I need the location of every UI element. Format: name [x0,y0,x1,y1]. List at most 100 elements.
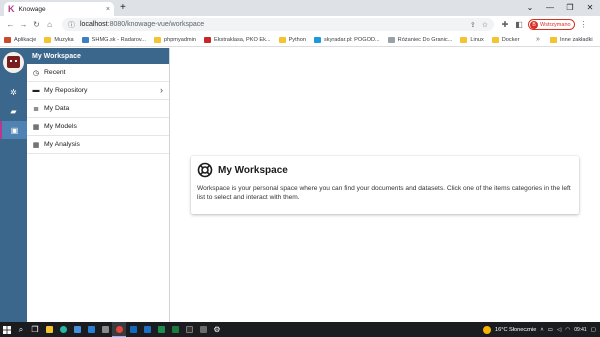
user-avatar[interactable] [3,52,24,73]
browser-actions: ✚ ◧ B Wstrzymano ⋮ [500,19,589,30]
system-clock[interactable]: 09:41 [574,327,587,333]
site-info-icon[interactable]: ⓘ [68,20,75,30]
bookmarks-overflow-icon[interactable]: » [536,33,540,46]
tray-chevron-icon[interactable]: ˄ [540,327,543,333]
app-nav-rail: ✲ ▰ ▣ [0,48,27,322]
wifi-icon[interactable]: ◠ [565,327,570,333]
edge-icon[interactable] [56,322,70,337]
menu-item-label: My Analysis [44,141,80,148]
bookmark-label: Ekstraklasa, PKO Ek... [214,36,271,43]
table-icon: ▦ [32,123,40,131]
maximize-button[interactable]: ❐ [560,0,580,16]
card-header: My Workspace [197,162,288,178]
extensions-icon[interactable]: ✚ [500,20,510,29]
clock-icon: ◷ [32,69,40,77]
home-icon[interactable]: ⌂ [43,20,56,29]
reload-icon[interactable]: ↻ [30,20,43,29]
folder-icon [44,36,52,43]
bookmark-label: Aplikacje [14,36,37,43]
terminal-icon[interactable] [182,322,196,337]
browser-tab[interactable]: K Knowage × [4,2,114,16]
address-bar[interactable]: ⓘ localhost:8080/knowage-vue/workspace ⇪… [62,18,494,31]
browser-tab-strip: K Knowage × + ⌄ — ❐ ✕ [0,0,600,16]
notifications-icon[interactable]: ▢ [591,327,596,333]
url-text[interactable]: localhost:8080/knowage-vue/workspace [80,21,464,28]
vscode-icon[interactable] [84,322,98,337]
profile-button[interactable]: B Wstrzymano [528,19,575,30]
bookmark-item[interactable]: Muzyka [44,36,74,43]
volume-icon[interactable]: ◁ [557,327,561,333]
menu-item-recent[interactable]: ◷ Recent [27,64,169,82]
task-view-icon[interactable]: ❐ [28,322,42,337]
weather-sun-icon[interactable] [482,325,491,334]
chrome-icon[interactable] [112,322,126,337]
avatar-eye [15,60,17,62]
tab-close-icon[interactable]: × [106,6,110,13]
forward-icon[interactable]: → [17,20,30,29]
bookmark-item[interactable]: skyradar.pl: POGOD... [314,36,380,43]
profile-avatar: B [530,20,538,29]
bookmarks-bar: Aplikacje Muzyka SHMG.sk - Radarov... ph… [0,33,600,47]
bookmark-item[interactable]: Linux [460,36,484,43]
workspace-info-card: My Workspace Workspace is your personal … [191,156,579,214]
briefcase-icon[interactable]: ▣ [0,121,27,139]
skyradar-icon [314,36,321,43]
menu-item-my-data[interactable]: ≣ My Data [27,100,169,118]
settings-gear-icon[interactable]: ✲ [0,83,27,101]
folder-icon [550,37,557,43]
new-tab-button[interactable]: + [120,2,126,13]
browser-toolbar: ← → ↻ ⌂ ⓘ localhost:8080/knowage-vue/wor… [0,16,600,33]
search-icon[interactable]: ⌕ [14,322,28,337]
grid-icon: ▦ [32,141,40,149]
bookmark-item[interactable]: Python [278,36,306,43]
share-icon[interactable]: ⇪ [470,21,476,29]
windows-taskbar: ⌕ ❐ ⚙ 16°C Słonecznie ˄ ▭ ◁ ◠ 09:41 ▢ [0,322,600,337]
menu-item-my-analysis[interactable]: ▦ My Analysis [27,136,169,154]
app-icon[interactable] [70,322,84,337]
tab-search-icon[interactable]: ⌄ [520,0,540,16]
bookmark-star-icon[interactable]: ☆ [482,21,488,29]
chevron-right-icon[interactable]: › [160,85,163,95]
bookmark-item[interactable]: Różaniec Do Granic... [387,36,452,43]
app-icon[interactable] [98,322,112,337]
bookmark-item[interactable]: phpmyadmin [153,36,196,43]
app-icon[interactable] [126,322,140,337]
other-bookmarks-label: Inne zakładki [560,37,593,43]
minimize-button[interactable]: — [540,0,560,16]
bookmark-label: Docker [501,36,520,43]
radar-icon [81,36,89,43]
bookmark-item[interactable]: Ekstraklasa, PKO Ek... [204,36,271,43]
bookmark-item[interactable]: Aplikacje [4,36,37,43]
database-icon: ≣ [33,105,39,113]
clock-time: 09:41 [574,326,587,333]
app-icon[interactable] [196,322,210,337]
bookmark-item[interactable]: SHMG.sk - Radarov... [81,36,146,43]
avatar-eye [10,60,12,62]
close-window-button[interactable]: ✕ [580,0,600,16]
folder-icon [491,36,499,43]
sidebar-icon[interactable]: ◧ [514,20,524,29]
folder-open-icon[interactable]: ▰ [0,102,27,120]
system-tray: 16°C Słonecznie ˄ ▭ ◁ ◠ 09:41 ▢ [482,322,596,337]
outlook-icon[interactable] [140,322,154,337]
menu-icon[interactable]: ⋮ [579,20,589,29]
settings-gear-icon[interactable]: ⚙ [210,322,224,337]
folder-icon: ▬ [32,87,40,94]
excel-icon[interactable] [154,322,168,337]
windows-start-icon[interactable] [0,322,14,337]
apps-grid-icon [4,36,11,43]
menu-item-label: My Repository [44,87,88,94]
other-bookmarks[interactable]: Inne zakładki [550,33,593,46]
bookmark-label: SHMG.sk - Radarov... [91,36,146,43]
profile-label: Wstrzymano [540,21,571,28]
explorer-icon[interactable] [42,322,56,337]
back-icon[interactable]: ← [4,20,17,29]
menu-item-my-models[interactable]: ▦ My Models [27,118,169,136]
menu-item-my-repository[interactable]: ▬ My Repository › [27,82,169,100]
tab-title: Knowage [18,5,46,13]
app-icon[interactable] [168,322,182,337]
bookmark-label: Muzyka [54,36,74,43]
weather-text[interactable]: 16°C Słonecznie [495,327,536,333]
network-icon[interactable]: ▭ [548,327,553,333]
bookmark-item[interactable]: Docker [491,36,520,43]
